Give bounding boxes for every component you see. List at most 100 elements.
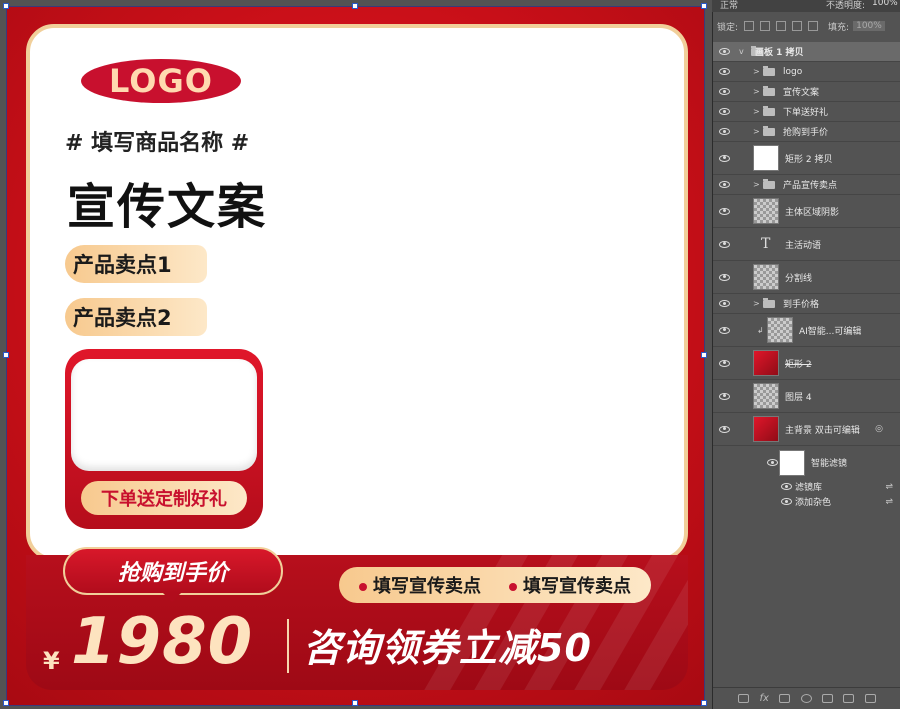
- visibility-eye-icon[interactable]: [719, 392, 730, 400]
- selling-point-2[interactable]: 产品卖点2: [65, 298, 207, 336]
- filter-options-icon[interactable]: ⇌: [885, 482, 893, 492]
- currency-symbol: ¥: [43, 647, 60, 675]
- grab-price-tag[interactable]: 抢购到手价: [63, 547, 283, 595]
- coupon-text[interactable]: 咨询领券立减50: [303, 617, 592, 672]
- visibility-eye-icon[interactable]: [719, 273, 730, 281]
- layer-name: AI智能...可编辑: [799, 326, 862, 337]
- layer-row[interactable]: 主背景 双击可编辑 ◎: [713, 413, 900, 446]
- layer-thumbnail: [753, 383, 779, 409]
- lock-artboard-icon[interactable]: [792, 21, 803, 31]
- chevron-right-icon[interactable]: >: [753, 67, 760, 76]
- visibility-eye-icon[interactable]: [719, 154, 730, 162]
- layer-options-bar: 正常 不透明度: 100%: [712, 0, 900, 12]
- layer-row[interactable]: > logo: [713, 62, 900, 82]
- layer-row[interactable]: T 主活动语: [713, 228, 900, 261]
- visibility-eye-icon[interactable]: [719, 128, 730, 135]
- transform-handle[interactable]: [352, 3, 358, 9]
- fill-input[interactable]: 100%: [853, 21, 885, 31]
- link-icon[interactable]: [738, 694, 750, 703]
- layers-panel: 锁定: 填充: 100% v 画板 1 拷贝 > logo > 宣传文案 > 下…: [712, 12, 900, 709]
- transform-handle[interactable]: [3, 352, 9, 358]
- selling-point-1[interactable]: 产品卖点1: [65, 245, 207, 283]
- transform-handle[interactable]: [701, 352, 707, 358]
- logo-badge[interactable]: LOGO: [81, 59, 241, 103]
- folder-icon: [763, 85, 775, 96]
- layer-row[interactable]: 图层 4: [713, 380, 900, 413]
- layer-row[interactable]: 矩形 2: [713, 347, 900, 380]
- gift-image-area: [71, 359, 257, 471]
- chevron-right-icon[interactable]: >: [753, 180, 760, 189]
- visibility-eye-icon[interactable]: [719, 181, 730, 188]
- gift-label: 下单送定制好礼: [81, 481, 247, 515]
- visibility-eye-icon[interactable]: [719, 359, 730, 367]
- layer-row[interactable]: ↲ AI智能...可编辑: [713, 314, 900, 347]
- visibility-eye-icon[interactable]: [719, 48, 730, 55]
- slogan-headline[interactable]: 宣传文案: [67, 167, 267, 237]
- transform-handle[interactable]: [352, 700, 358, 706]
- layer-name: 主背景 双击可编辑: [785, 425, 860, 436]
- visibility-eye-icon[interactable]: [719, 68, 730, 75]
- fx-icon[interactable]: fx: [760, 693, 769, 704]
- bullet-dot-icon: [509, 583, 517, 591]
- layer-row[interactable]: > 宣传文案: [713, 82, 900, 102]
- blend-mode-select[interactable]: 正常: [720, 0, 738, 11]
- layer-thumbnail: [753, 416, 779, 442]
- opacity-input[interactable]: 100%: [872, 0, 898, 8]
- lock-brush-icon[interactable]: [760, 21, 771, 31]
- layer-thumbnail: [767, 317, 793, 343]
- layer-row[interactable]: 分割线: [713, 261, 900, 294]
- transform-handle[interactable]: [3, 3, 9, 9]
- transform-handle[interactable]: [3, 700, 9, 706]
- new-layer-icon[interactable]: [843, 694, 855, 703]
- folder-icon[interactable]: [822, 694, 834, 703]
- layer-row[interactable]: > 下单送好礼: [713, 102, 900, 122]
- gift-box[interactable]: 下单送定制好礼: [65, 349, 263, 529]
- canvas-artboard[interactable]: LOGO # 填写商品名称 # 宣传文案 产品卖点1 产品卖点2 下单送定制好礼…: [6, 6, 705, 706]
- layer-row[interactable]: 矩形 2 拷贝: [713, 142, 900, 175]
- lock-move-icon[interactable]: [776, 21, 787, 31]
- transform-handle[interactable]: [701, 3, 707, 9]
- chevron-right-icon[interactable]: >: [753, 127, 760, 136]
- visibility-eye-icon[interactable]: [767, 459, 778, 466]
- layer-row-artboard[interactable]: v 画板 1 拷贝: [713, 42, 900, 62]
- grab-price-pointer: [162, 592, 182, 602]
- smart-filter-row[interactable]: 智能滤镜: [713, 446, 900, 479]
- price-divider: [287, 619, 289, 673]
- visibility-eye-icon[interactable]: [719, 108, 730, 115]
- price-value[interactable]: 1980: [71, 605, 253, 679]
- visibility-eye-icon[interactable]: [781, 498, 792, 505]
- layer-row[interactable]: 主体区域阴影: [713, 195, 900, 228]
- chevron-down-icon[interactable]: v: [739, 47, 744, 56]
- filter-row[interactable]: 添加杂色 ⇌: [713, 494, 900, 509]
- chevron-right-icon[interactable]: >: [753, 107, 760, 116]
- layer-row[interactable]: > 到手价格: [713, 294, 900, 314]
- lock-row: 锁定: 填充: 100%: [713, 16, 900, 36]
- filter-row[interactable]: 滤镜库 ⇌: [713, 479, 900, 494]
- layer-name: logo: [783, 66, 803, 77]
- visibility-eye-icon[interactable]: [781, 483, 792, 490]
- folder-icon: [763, 178, 775, 189]
- visibility-eye-icon[interactable]: [719, 425, 730, 433]
- filter-options-icon[interactable]: ⇌: [885, 497, 893, 507]
- layer-name: 画板 1 拷贝: [755, 48, 804, 58]
- lock-all-icon[interactable]: [808, 21, 819, 31]
- product-name-text[interactable]: # 填写商品名称 #: [65, 125, 249, 157]
- visibility-eye-icon[interactable]: [719, 88, 730, 95]
- mask-icon[interactable]: [779, 694, 791, 703]
- trash-icon[interactable]: [864, 694, 876, 703]
- visibility-eye-icon[interactable]: [719, 300, 730, 307]
- lock-transparent-icon[interactable]: [744, 21, 755, 31]
- visibility-eye-icon[interactable]: [719, 240, 730, 248]
- clip-arrow-icon: ↲: [757, 325, 764, 335]
- layer-name: 矩形 2 拷贝: [785, 154, 833, 165]
- visibility-eye-icon[interactable]: [719, 207, 730, 215]
- layer-row[interactable]: > 产品宣传卖点: [713, 175, 900, 195]
- layer-name: 下单送好礼: [783, 108, 829, 118]
- transform-handle[interactable]: [701, 700, 707, 706]
- visibility-eye-icon[interactable]: [719, 326, 730, 334]
- layer-row[interactable]: > 抢购到手价: [713, 122, 900, 142]
- adjustment-icon[interactable]: [800, 694, 812, 703]
- chevron-right-icon[interactable]: >: [753, 299, 760, 308]
- promo-pill[interactable]: 填写宣传卖点 填写宣传卖点: [339, 567, 651, 603]
- chevron-right-icon[interactable]: >: [753, 87, 760, 96]
